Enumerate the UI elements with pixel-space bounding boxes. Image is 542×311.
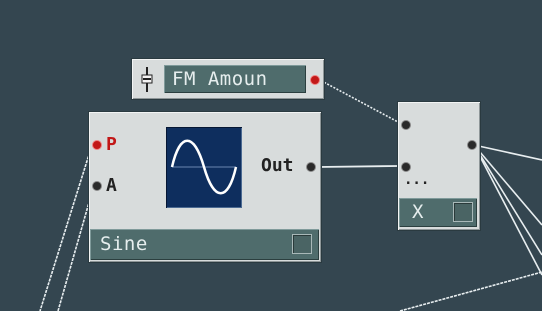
wire-right-2 [473,144,542,226]
wire-right-1 [473,144,542,161]
fm-amount-module[interactable]: FM Amoun [131,58,325,100]
output-label-out: Out [261,155,294,176]
sine-name-strip: Sine [90,229,319,260]
mult-input-port-1[interactable] [401,120,411,130]
input-port-a[interactable] [92,181,102,191]
multiply-module[interactable]: ... X [397,101,481,231]
multiply-module-name: X [412,201,424,223]
output-port-out[interactable] [306,162,316,172]
wire-p-left-a [39,144,93,311]
multiply-toggle-button[interactable] [453,202,473,222]
sine-module-name: Sine [100,233,148,255]
sine-toggle-button[interactable] [292,234,312,254]
more-inputs-indicator: ... [404,172,430,188]
fm-amount-label: FM Amoun [172,68,268,90]
wire-right-3 [473,144,542,256]
wire-bottom [399,271,542,311]
wire-fm-to-mult-top [317,78,399,123]
sine-oscillator-module[interactable]: P A Out Sine [88,111,322,263]
patch-canvas[interactable]: FM Amoun P A Out Sine ... X [0,0,542,311]
slider-icon[interactable] [140,66,154,93]
sine-wave-icon [166,127,242,208]
mult-output-port[interactable] [467,140,477,150]
wire-right-4 [473,144,542,276]
input-label-p: P [106,134,117,155]
fm-amount-label-strip: FM Amoun [164,65,306,93]
wire-out-to-mult-bottom [317,165,399,168]
fm-amount-output-port[interactable] [310,75,320,85]
mult-input-port-2[interactable] [401,162,411,172]
input-port-p[interactable] [92,140,102,150]
input-label-a: A [106,175,117,196]
